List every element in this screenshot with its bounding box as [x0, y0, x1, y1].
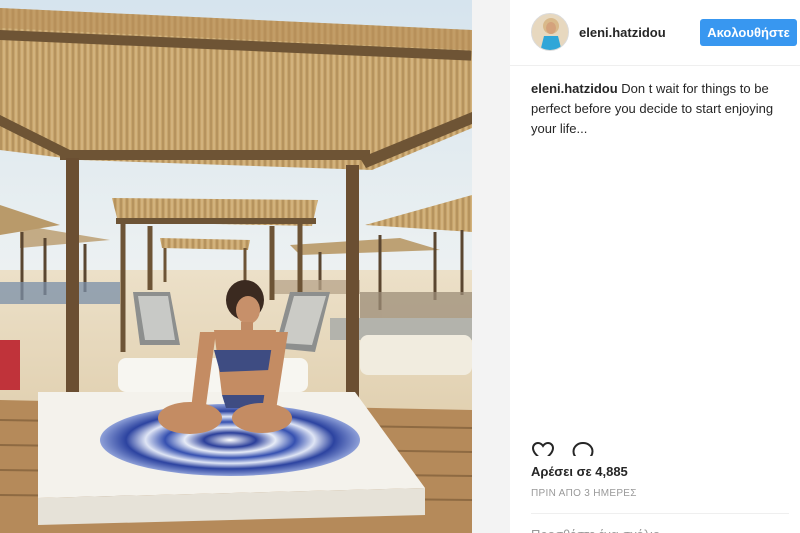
avatar[interactable]: [531, 13, 569, 51]
comment-section: [531, 513, 789, 533]
heart-icon[interactable]: [531, 440, 555, 456]
photo-panel-gap: [472, 0, 510, 533]
beach-cabana-image: [0, 0, 472, 533]
post-photo[interactable]: [0, 0, 472, 533]
comment-input[interactable]: [531, 524, 789, 533]
likes-count[interactable]: Αρέσει σε 4,885: [531, 464, 628, 479]
caption-username[interactable]: eleni.hatzidou: [531, 81, 618, 96]
post-caption: eleni.hatzidou Don t wait for things to …: [531, 79, 789, 139]
post-sidebar: eleni.hatzidou Ακολουθήστε eleni.hatzido…: [510, 0, 800, 533]
username-link[interactable]: eleni.hatzidou: [579, 25, 666, 40]
post-header: eleni.hatzidou Ακολουθήστε: [510, 0, 800, 66]
action-bar: [531, 440, 651, 456]
comment-icon[interactable]: [571, 440, 595, 456]
follow-button[interactable]: Ακολουθήστε: [700, 19, 797, 46]
post-timestamp[interactable]: ΠΡΙΝ ΑΠΟ 3 ΗΜΕΡΕΣ: [531, 488, 637, 499]
post-footer: Αρέσει σε 4,885 ΠΡΙΝ ΑΠΟ 3 ΗΜΕΡΕΣ: [510, 440, 800, 533]
